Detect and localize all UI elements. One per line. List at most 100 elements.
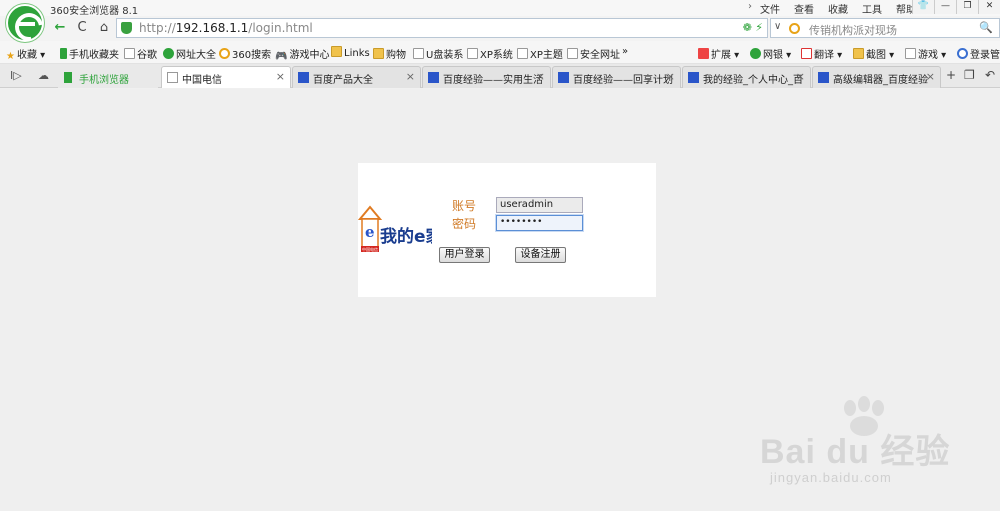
- paw-icon: [428, 72, 439, 83]
- menu-favorites[interactable]: 收藏: [828, 1, 848, 16]
- gamepad-icon: [905, 48, 916, 59]
- password-label: 密码: [452, 217, 477, 231]
- star-icon: ★: [6, 51, 15, 62]
- url-status-icons[interactable]: ❁ ⚡: [743, 21, 763, 34]
- tab-list-icon[interactable]: ❐: [964, 68, 975, 82]
- undo-close-icon[interactable]: ↶: [985, 68, 995, 82]
- bookmark-site-directory[interactable]: 网址大全: [163, 46, 216, 61]
- window-title: 360安全浏览器 8.1: [50, 6, 139, 17]
- tab-baidu-jingyan-share[interactable]: 百度经验——回享计划 ×: [552, 66, 681, 88]
- browser-logo-icon[interactable]: [6, 4, 44, 42]
- new-tab-button[interactable]: +: [946, 68, 956, 82]
- watermark-text: Bai du 经验: [760, 433, 951, 471]
- page-icon: [167, 72, 178, 83]
- search-icon: [957, 48, 968, 59]
- phone-icon: [60, 48, 67, 59]
- bookmark-xp-theme[interactable]: XP主题: [517, 46, 563, 61]
- refresh-button[interactable]: C: [72, 19, 92, 37]
- menu-expand-arrow[interactable]: ›: [748, 1, 752, 12]
- address-bar[interactable]: http://192.168.1.1/login.html ❁ ⚡: [116, 18, 768, 38]
- account-input[interactable]: useradmin: [496, 197, 583, 213]
- tool-games[interactable]: 游戏 ▾: [905, 46, 946, 61]
- search-360-icon: [219, 48, 230, 59]
- tool-online-banking[interactable]: 网银 ▾: [750, 46, 791, 61]
- restore-button[interactable]: ❐: [956, 0, 978, 14]
- tab-my-experience[interactable]: 我的经验_个人中心_百 ×: [682, 66, 811, 88]
- folder-icon: [373, 48, 384, 59]
- bookmark-safe-sites[interactable]: 安全网址: [567, 46, 620, 61]
- login-panel: e 我的e家 中国电信 账号 useradmin 密码 •••••••• 用户登…: [358, 163, 656, 297]
- tool-extensions[interactable]: 扩展 ▾: [698, 46, 739, 61]
- address-row: ← C ⌂ http://192.168.1.1/login.html ❁ ⚡ …: [0, 16, 1000, 41]
- tab-bar: I▷ ☁ 手机浏览器 中国电信 × 百度产品大全 × 百度经验——实用生活 × …: [0, 64, 1000, 88]
- globe-icon: [163, 48, 174, 59]
- url-text[interactable]: http://192.168.1.1/login.html: [139, 21, 313, 35]
- close-tab-icon[interactable]: ×: [536, 70, 545, 83]
- my-ehome-logo: e 我的e家 中国电信: [358, 205, 432, 252]
- bookmarks-bar: ★ 收藏 ▾ 手机收藏夹 谷歌 网址大全 360搜索 🎮 游戏中心 Links 购物…: [0, 41, 1000, 64]
- folder-icon: [331, 46, 342, 57]
- bookmark-360-search[interactable]: 360搜索: [219, 46, 271, 61]
- gamepad-icon: 🎮: [275, 51, 288, 62]
- title-bar: 360安全浏览器 8.1 › 文件 查看 收藏 工具 帮助 👕 — ❐ ✕: [0, 0, 1000, 42]
- page-icon: [467, 48, 478, 59]
- menu-file[interactable]: 文件: [760, 1, 780, 16]
- account-label: 账号: [452, 199, 477, 213]
- bookmark-favorites[interactable]: ★ 收藏 ▾: [6, 46, 45, 62]
- search-360-icon: [789, 23, 800, 34]
- bookmark-links[interactable]: Links: [331, 46, 370, 59]
- menu-tools[interactable]: 工具: [862, 1, 882, 16]
- password-input[interactable]: ••••••••: [496, 215, 583, 231]
- cloud-icon[interactable]: ☁: [38, 69, 49, 82]
- phone-icon: [64, 72, 72, 83]
- tab-mobile-browser[interactable]: 手机浏览器: [58, 66, 158, 88]
- page-icon: [517, 48, 528, 59]
- home-button[interactable]: ⌂: [94, 19, 114, 37]
- page-icon: [124, 48, 135, 59]
- search-icon[interactable]: 🔍: [979, 21, 993, 34]
- brand-text: 我的e家: [380, 226, 432, 247]
- paw-icon: [298, 72, 309, 83]
- minimize-button[interactable]: —: [934, 0, 956, 14]
- tool-login-manager[interactable]: 登录管: [957, 46, 1000, 61]
- watermark-url: jingyan.baidu.com: [770, 470, 892, 485]
- close-tab-icon[interactable]: ×: [276, 70, 285, 83]
- page-content: e 我的e家 中国电信 账号 useradmin 密码 •••••••• 用户登…: [0, 89, 1000, 511]
- close-button[interactable]: ✕: [978, 0, 1000, 14]
- shield-icon: [121, 22, 132, 34]
- tool-screenshot[interactable]: 截图 ▾: [853, 46, 894, 61]
- search-engine-dropdown[interactable]: ∨: [774, 21, 781, 32]
- translate-icon: [801, 48, 812, 59]
- page-icon: [413, 48, 424, 59]
- bookmark-mobile[interactable]: 手机收藏夹: [60, 46, 119, 61]
- paw-icon: [688, 72, 699, 83]
- tab-advanced-editor[interactable]: 高级编辑器_百度经验 ×: [812, 66, 941, 88]
- close-tab-icon[interactable]: ×: [406, 70, 415, 83]
- bookmark-game-center[interactable]: 🎮 游戏中心: [275, 46, 329, 62]
- bookmark-google[interactable]: 谷歌: [124, 46, 157, 61]
- tab-china-telecom[interactable]: 中国电信 ×: [161, 66, 291, 88]
- close-tab-icon[interactable]: ×: [796, 70, 805, 83]
- bookmark-xp-system[interactable]: XP系统: [467, 46, 513, 61]
- close-tab-icon[interactable]: ×: [666, 70, 675, 83]
- back-button[interactable]: ←: [50, 19, 70, 37]
- svg-text:e: e: [365, 223, 375, 241]
- user-login-button[interactable]: 用户登录: [439, 247, 490, 263]
- sidebar-toggle-icon[interactable]: I▷: [10, 69, 22, 82]
- paw-icon: [558, 72, 569, 83]
- search-input[interactable]: 传销机构派对现场: [809, 22, 897, 38]
- skin-icon[interactable]: 👕: [912, 0, 934, 14]
- device-register-button[interactable]: 设备注册: [515, 247, 566, 263]
- tab-baidu-products[interactable]: 百度产品大全 ×: [292, 66, 421, 88]
- close-tab-icon[interactable]: ×: [926, 70, 935, 83]
- bookmark-shopping[interactable]: 购物: [373, 46, 406, 61]
- menu-view[interactable]: 查看: [794, 1, 814, 16]
- tool-translate[interactable]: 翻译 ▾: [801, 46, 842, 61]
- bookmarks-more-button[interactable]: »: [622, 46, 628, 57]
- tab-baidu-jingyan-life[interactable]: 百度经验——实用生活 ×: [422, 66, 551, 88]
- bank-icon: [750, 48, 761, 59]
- page-icon: [567, 48, 578, 59]
- menu-bar: 文件 查看 收藏 工具 帮助: [760, 1, 916, 16]
- bookmark-usb-install[interactable]: U盘装系: [413, 46, 463, 61]
- search-box[interactable]: ∨ 传销机构派对现场 🔍: [770, 18, 1000, 38]
